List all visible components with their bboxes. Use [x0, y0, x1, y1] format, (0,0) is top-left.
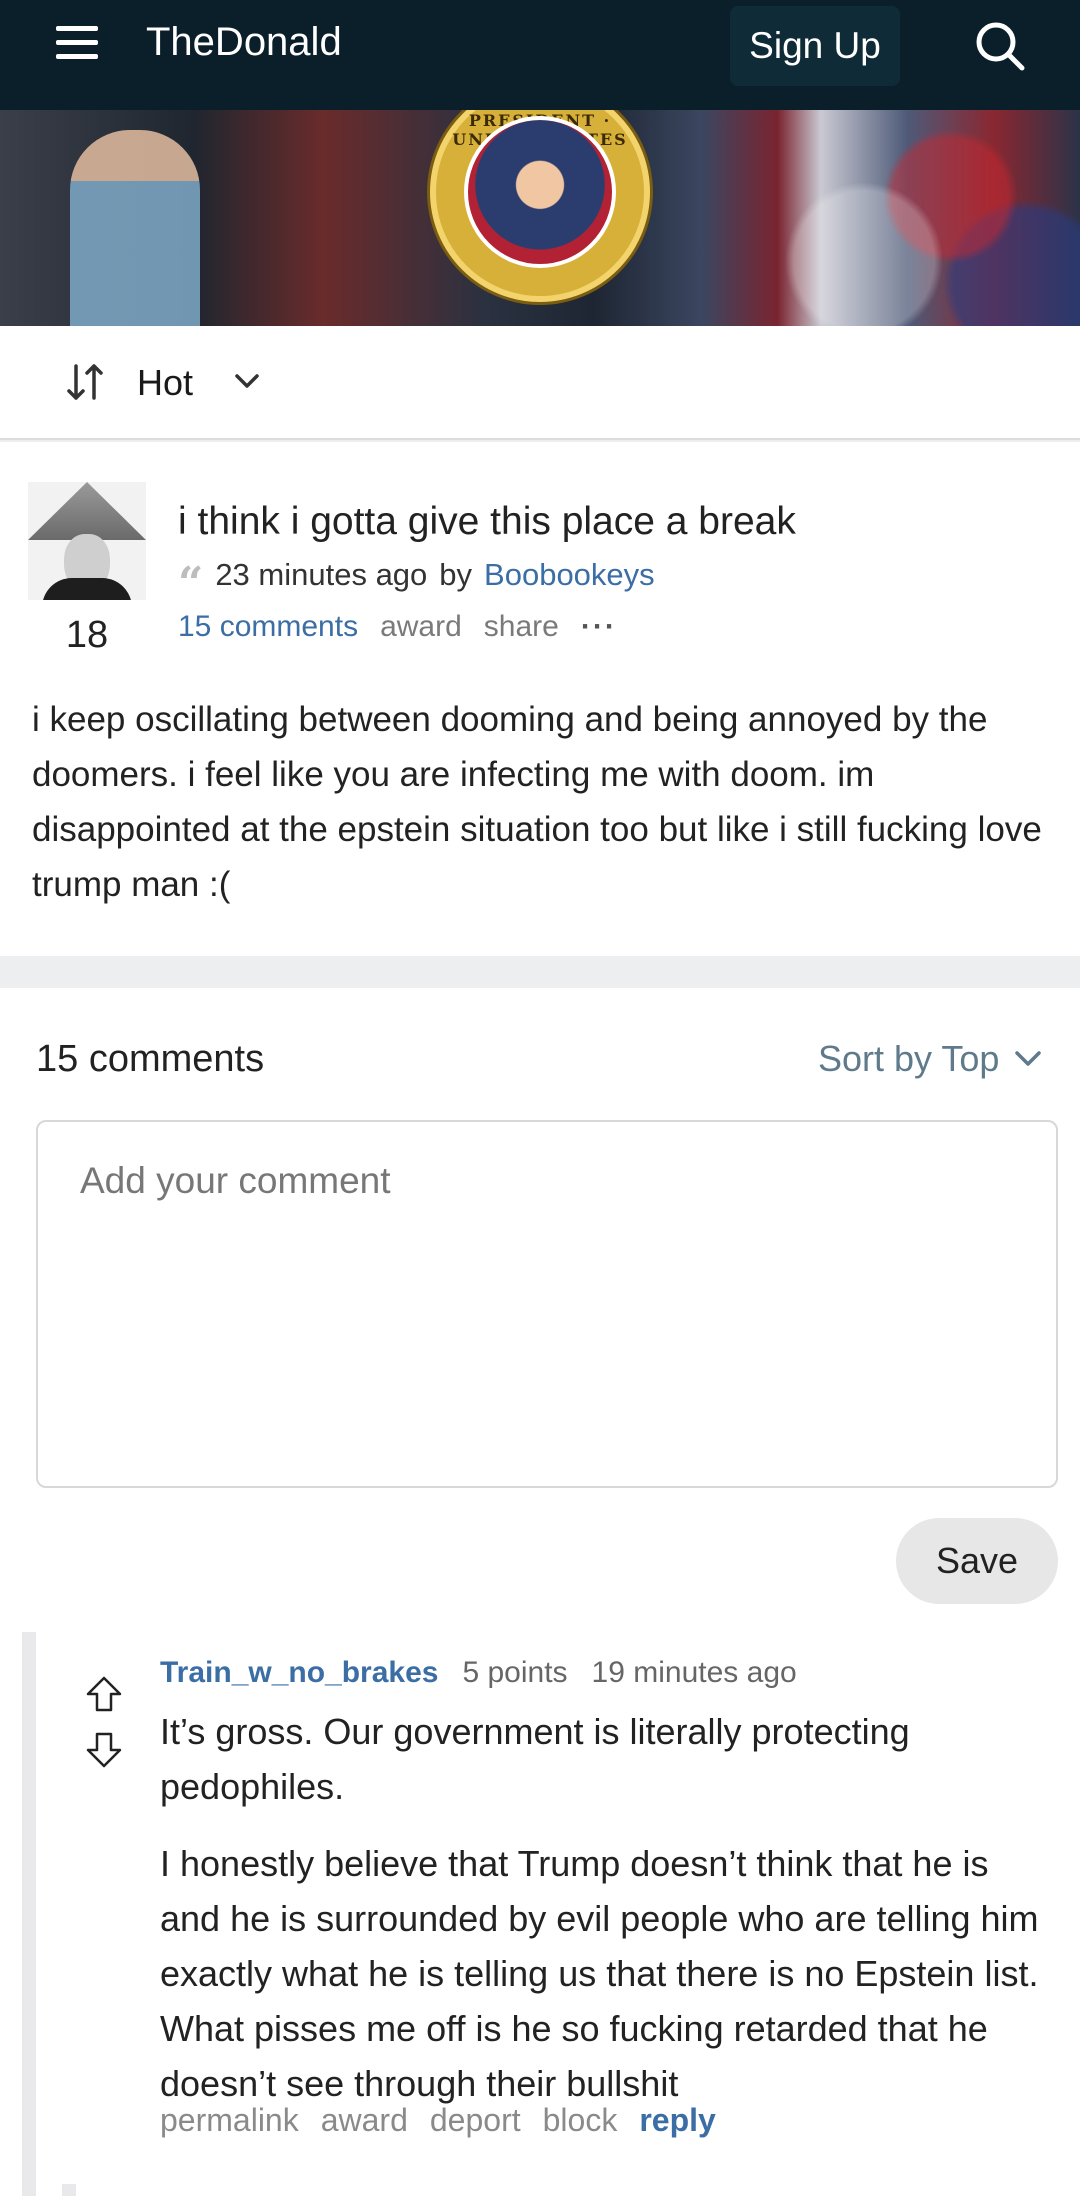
post-by-label: by: [439, 557, 473, 592]
sort-selected-label[interactable]: Hot: [137, 362, 193, 404]
post-title[interactable]: i think i gotta give this place a break: [178, 500, 796, 544]
comment-input[interactable]: Add your comment: [36, 1120, 1058, 1488]
comment-reply-link[interactable]: reply: [639, 2102, 715, 2139]
hamburger-menu-icon[interactable]: [56, 26, 104, 62]
more-options-icon[interactable]: ···: [581, 610, 617, 644]
comment-block-link[interactable]: block: [543, 2102, 618, 2139]
comment-deport-link[interactable]: deport: [430, 2102, 521, 2139]
comment-text: I honestly believe that Trump doesn’t th…: [160, 1843, 1039, 2104]
comments-section: 15 comments Sort by Top Add your comment…: [0, 988, 1080, 2196]
sort-arrows-icon[interactable]: [66, 362, 104, 402]
post-actions: 15 comments award share ···: [178, 610, 617, 644]
sort-bar: Hot: [0, 326, 1080, 440]
post-score: 18: [65, 614, 109, 656]
chevron-down-icon[interactable]: [232, 366, 262, 396]
comment-points: 5 points: [462, 1656, 568, 1689]
comment-award-link[interactable]: award: [321, 2102, 408, 2139]
post-time: 23 minutes ago: [215, 557, 428, 592]
banner-person-image: [70, 130, 200, 326]
post-share-link[interactable]: share: [484, 610, 559, 644]
quote-icon: “: [178, 558, 204, 609]
save-button[interactable]: Save: [896, 1518, 1058, 1604]
community-banner: SEAL OF THE PRESIDENT · UNITED STATES: [0, 110, 1080, 326]
comment-actions: permalink award deport block reply: [160, 2102, 716, 2139]
upvote-arrow-icon[interactable]: [84, 1674, 124, 1714]
post-comments-link[interactable]: 15 comments: [178, 610, 358, 644]
post-card: 18 i think i gotta give this place a bre…: [0, 442, 1080, 956]
comment-author-link[interactable]: Train_w_no_brakes: [160, 1656, 438, 1690]
site-title[interactable]: TheDonald: [146, 20, 342, 65]
comment-permalink-link[interactable]: permalink: [160, 2102, 299, 2139]
post-author-link[interactable]: Boobookeys: [484, 557, 655, 593]
downvote-arrow-icon[interactable]: [84, 1730, 124, 1770]
top-bar: TheDonald Sign Up: [0, 0, 1080, 110]
chevron-down-icon[interactable]: [1013, 1044, 1043, 1074]
comment-sort-label[interactable]: Sort by Top: [818, 1038, 999, 1080]
comments-count: 15 comments: [36, 1038, 265, 1080]
post-thumbnail[interactable]: [28, 482, 146, 600]
post-award-link[interactable]: award: [380, 610, 462, 644]
post-meta: “ 23 minutes ago by Boobookeys: [178, 556, 655, 609]
search-icon[interactable]: [972, 18, 1028, 74]
comment-quote: It’s gross. Our government is literally …: [160, 1711, 910, 1807]
comment-sort-dropdown[interactable]: Sort by Top: [818, 1038, 1043, 1080]
thread-line[interactable]: [22, 1632, 36, 2196]
child-thread-line[interactable]: [62, 2184, 76, 2196]
seal-portrait: [464, 116, 616, 268]
sign-up-button[interactable]: Sign Up: [730, 6, 900, 86]
comment-time: 19 minutes ago: [591, 1656, 797, 1689]
comment-header: Train_w_no_brakes 5 points 19 minutes ag…: [160, 1656, 797, 1690]
post-body: i keep oscillating between dooming and b…: [32, 700, 1042, 904]
